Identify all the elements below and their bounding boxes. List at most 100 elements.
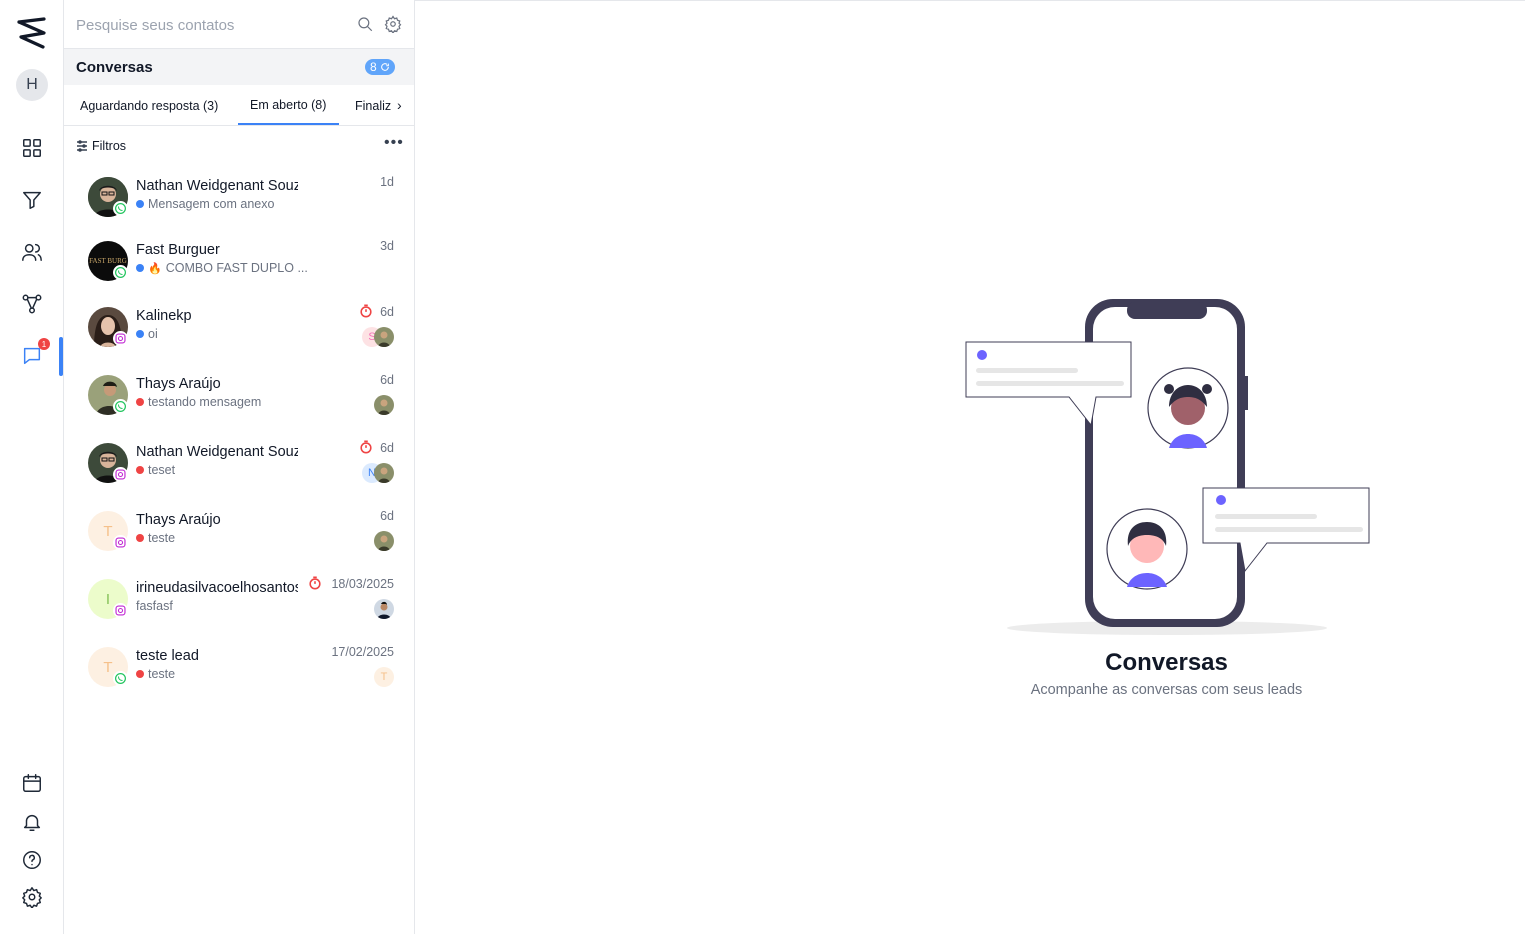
assignee-avatar: T xyxy=(374,667,394,687)
contact-name: Fast Burguer xyxy=(136,242,220,258)
fire-emoji-icon: 🔥 xyxy=(148,262,162,275)
dashboard-icon[interactable] xyxy=(20,136,44,160)
search-icon[interactable] xyxy=(356,15,374,33)
contact-name: Nathan Weidgenant Souza xyxy=(136,178,298,194)
contact-name: irineudasilvacoelhosantos xyxy=(136,580,298,596)
empty-state-title: Conversas xyxy=(1105,649,1228,676)
message-preview: Mensagem com anexo xyxy=(136,197,274,211)
assignee-avatar xyxy=(374,463,394,483)
preview-text: testando mensagem xyxy=(148,395,262,409)
contact-name: Thays Araújo xyxy=(136,376,221,392)
contact-name: teste lead xyxy=(136,648,199,664)
message-preview: teste xyxy=(136,531,175,545)
timestamp: 3d xyxy=(380,239,394,253)
timer-icon xyxy=(359,440,373,454)
conversations-count: 8 xyxy=(370,60,377,74)
message-preview: testando mensagem xyxy=(136,395,261,409)
status-dot xyxy=(136,330,144,338)
sliders-icon xyxy=(77,140,87,152)
filters-button[interactable]: Filtros xyxy=(76,137,126,155)
user-avatar[interactable]: H xyxy=(16,69,48,101)
message-preview: 🔥 COMBO FAST DUPLO ... xyxy=(136,261,308,275)
contact-name: Thays Araújo xyxy=(136,512,221,528)
empty-state-subtitle: Acompanhe as conversas com seus leads xyxy=(1030,682,1303,698)
instagram-icon xyxy=(113,603,128,618)
conversation-item[interactable]: Nathan Weidgenant Souza Mensagem com ane… xyxy=(64,160,414,228)
tab-open[interactable]: Em aberto (8) xyxy=(250,98,326,112)
preview-text: fasfasf xyxy=(136,599,173,613)
instagram-icon xyxy=(113,467,128,482)
tab-awaiting-reply[interactable]: Aguardando resposta (3) xyxy=(80,99,218,113)
gear-icon[interactable] xyxy=(384,15,402,35)
active-indicator xyxy=(59,337,63,376)
status-dot xyxy=(136,670,144,678)
status-dot xyxy=(136,398,144,406)
integrations-icon[interactable] xyxy=(20,292,44,316)
tab-finished[interactable]: Finaliz xyxy=(355,99,391,113)
notification-badge: 1 xyxy=(38,338,50,350)
timestamp: 6d xyxy=(380,441,394,455)
contact-name: Kalinekp xyxy=(136,308,192,324)
assignee-avatar xyxy=(374,327,394,347)
timestamp: 1d xyxy=(380,175,394,189)
conversations-header: Conversas 8 xyxy=(64,49,414,85)
preview-text: Mensagem com anexo xyxy=(148,197,275,211)
brand-logo[interactable] xyxy=(16,16,48,50)
conversation-item[interactable]: I irineudasilvacoelhosantos fasfasf 18/0… xyxy=(64,562,414,630)
preview-text: COMBO FAST DUPLO ... xyxy=(165,261,308,275)
whatsapp-icon xyxy=(113,201,128,216)
calendar-icon[interactable] xyxy=(20,771,44,795)
bell-icon[interactable] xyxy=(20,810,44,834)
assignee-avatar xyxy=(374,599,394,619)
instagram-icon xyxy=(113,331,128,346)
whatsapp-icon xyxy=(113,399,128,414)
conversation-item[interactable]: Kalinekp oi 6d S xyxy=(64,290,414,358)
conversation-item[interactable]: Nathan Weidgenant Souza teset 6d N xyxy=(64,426,414,494)
preview-text: oi xyxy=(148,327,158,341)
conversation-item[interactable]: T teste lead teste 17/02/2025 T xyxy=(64,630,414,698)
funnel-icon[interactable] xyxy=(20,188,44,212)
search-bar xyxy=(64,0,414,49)
assignee-avatar xyxy=(374,395,394,415)
status-dot xyxy=(136,534,144,542)
timestamp: 6d xyxy=(380,305,394,319)
settings-icon[interactable] xyxy=(20,885,44,909)
message-preview: teset xyxy=(136,463,175,477)
help-icon[interactable] xyxy=(20,848,44,872)
filters-label: Filtros xyxy=(92,139,127,153)
conversations-count-badge[interactable]: 8 xyxy=(365,59,395,75)
status-dot xyxy=(136,200,144,208)
conversation-item[interactable]: FAST BURG Fast Burguer 🔥 COMBO FAST DUPL… xyxy=(64,224,414,292)
whatsapp-icon xyxy=(113,671,128,686)
status-dot xyxy=(136,466,144,474)
more-options-icon[interactable]: ••• xyxy=(384,135,404,151)
whatsapp-icon xyxy=(113,265,128,280)
status-dot xyxy=(136,264,144,272)
conversation-item[interactable]: T Thays Araújo teste 6d xyxy=(64,494,414,562)
preview-text: teste xyxy=(148,531,176,545)
active-tab-underline xyxy=(238,123,339,125)
refresh-icon[interactable] xyxy=(380,62,390,72)
message-preview: fasfasf xyxy=(136,599,173,613)
timestamp: 6d xyxy=(380,509,394,523)
timestamp: 18/03/2025 xyxy=(331,577,394,591)
conversation-illustration xyxy=(965,299,1370,635)
navigation-rail: H 1 xyxy=(0,0,64,934)
timestamp: 17/02/2025 xyxy=(331,645,394,659)
search-input[interactable] xyxy=(76,14,346,36)
conversations-panel: Conversas 8 Aguardando resposta (3) Em a… xyxy=(64,0,415,934)
timer-icon xyxy=(308,576,322,590)
timer-icon xyxy=(359,304,373,318)
contact-name: Nathan Weidgenant Souza xyxy=(136,444,298,460)
contacts-icon[interactable] xyxy=(20,240,44,264)
message-preview: oi xyxy=(136,327,158,341)
status-tabs: Aguardando resposta (3) Em aberto (8) Fi… xyxy=(64,85,414,126)
chevron-right-icon[interactable]: › xyxy=(397,97,402,113)
conversation-item[interactable]: Thays Araújo testando mensagem 6d xyxy=(64,358,414,426)
conversations-title: Conversas xyxy=(76,59,153,76)
assignee-avatar xyxy=(374,531,394,551)
preview-text: teset xyxy=(148,463,176,477)
timestamp: 6d xyxy=(380,373,394,387)
message-preview: teste xyxy=(136,667,175,681)
empty-state: Conversas Acompanhe as conversas com seu… xyxy=(415,0,1525,934)
